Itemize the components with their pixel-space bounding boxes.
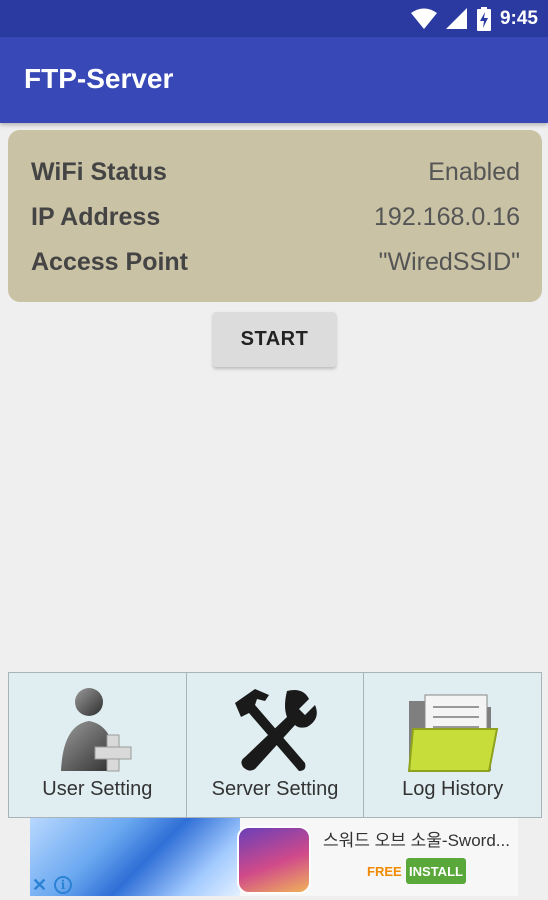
ad-install-button[interactable]: INSTALL xyxy=(406,858,466,884)
info-value: 192.168.0.16 xyxy=(374,203,520,231)
tile-label: Log History xyxy=(402,778,504,800)
server-setting-tile[interactable]: Server Setting xyxy=(185,672,365,818)
wifi-icon xyxy=(410,8,437,29)
log-history-tile[interactable]: Log History xyxy=(363,672,543,818)
ad-banner[interactable]: ✕ i 스워드 오브 소울-Sword... FREE INSTALL xyxy=(30,818,518,896)
user-add-icon xyxy=(61,688,132,772)
tile-label: User Setting xyxy=(42,778,153,800)
info-value: Enabled xyxy=(428,158,520,186)
signal-icon xyxy=(445,8,467,29)
ad-close-icon[interactable]: ✕ xyxy=(32,876,50,894)
info-label: WiFi Status xyxy=(31,158,167,186)
app-bar: FTP-Server xyxy=(0,37,548,123)
connection-info-card: WiFi Status Enabled IP Address 192.168.0… xyxy=(8,130,542,302)
app-title: FTP-Server xyxy=(24,63,174,94)
tile-label: Server Setting xyxy=(211,778,339,800)
info-row-wifi-status: WiFi Status Enabled xyxy=(31,158,520,194)
start-button[interactable]: START xyxy=(213,312,336,367)
info-value: "WiredSSID" xyxy=(378,248,520,276)
action-tiles: User Setting Server Setting Log History xyxy=(8,672,543,818)
ad-info-icon[interactable]: i xyxy=(54,876,72,894)
info-row-ip-address: IP Address 192.168.0.16 xyxy=(31,203,520,239)
tools-icon xyxy=(235,689,317,771)
status-bar: 9:45 xyxy=(0,0,548,37)
status-icons: 9:45 xyxy=(410,7,538,31)
ad-free-label: FREE xyxy=(367,864,402,879)
battery-charging-icon xyxy=(476,7,491,31)
info-label: IP Address xyxy=(31,203,161,231)
info-label: Access Point xyxy=(31,248,189,276)
info-row-access-point: Access Point "WiredSSID" xyxy=(31,248,520,284)
ad-app-icon xyxy=(237,826,311,894)
folder-icon xyxy=(407,694,498,772)
status-time: 9:45 xyxy=(499,8,538,29)
user-setting-tile[interactable]: User Setting xyxy=(8,672,187,818)
ad-app-name: 스워드 오브 소울-Sword... xyxy=(323,831,510,850)
